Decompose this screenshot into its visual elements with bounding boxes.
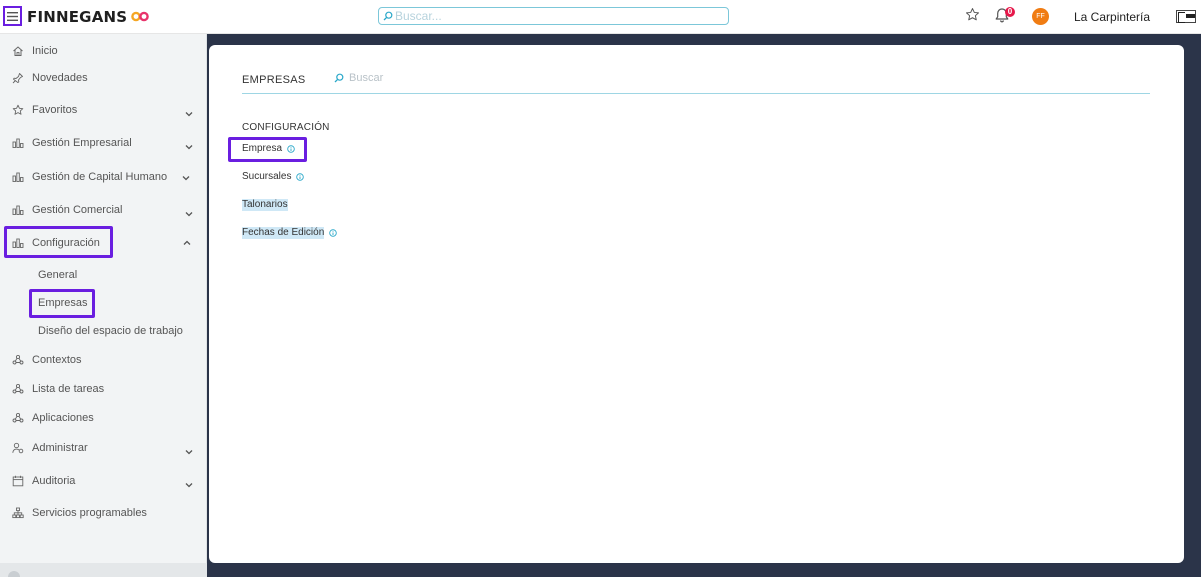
sidebar-footer (0, 563, 207, 577)
link-label: Empresa (242, 143, 283, 154)
hamburger-menu-button[interactable] (3, 6, 22, 26)
sidebar-item-label: Gestión Empresarial (32, 137, 132, 149)
sidebar-item-label: Inicio (32, 45, 58, 57)
chart-icon (11, 203, 25, 217)
chart-icon (11, 170, 25, 184)
notification-count-badge: 0 (1005, 7, 1015, 17)
sitemap-icon (11, 506, 25, 520)
sidebar-item-contextos[interactable]: Contextos (0, 348, 207, 372)
sidebar-item-gestion-capital-humano[interactable]: Gestión de Capital Humano (0, 165, 207, 189)
chevron-up-icon (183, 240, 191, 245)
sidebar-item-auditoria[interactable]: Auditoria (0, 469, 207, 493)
sidebar-item-label: Servicios programables (32, 507, 147, 519)
sidebar-subitem-diseno-espacio-trabajo[interactable]: Diseño del espacio de trabajo (38, 324, 183, 338)
sidebar-item-label: Lista de tareas (32, 383, 105, 395)
pin-icon (11, 71, 25, 85)
brand-logo[interactable]: FINNEGANS (27, 8, 150, 26)
sidebar-item-label: Contextos (32, 354, 82, 366)
sidebar: Inicio Novedades Favoritos Gestión Empre… (0, 34, 207, 577)
calendar-icon (11, 474, 25, 488)
info-icon[interactable] (296, 173, 305, 181)
link-sucursales[interactable]: Sucursales (242, 171, 305, 183)
company-logo-icon[interactable] (1176, 10, 1196, 23)
home-icon (11, 44, 25, 58)
sidebar-item-label: Gestión de Capital Humano (32, 171, 168, 183)
hamburger-icon (7, 11, 18, 21)
network-icon (11, 382, 25, 396)
sidebar-item-lista-de-tareas[interactable]: Lista de tareas (0, 377, 207, 401)
user-avatar[interactable]: FF (1032, 8, 1049, 25)
chevron-down-icon (185, 145, 193, 150)
chevron-down-icon (182, 176, 190, 181)
sidebar-item-inicio[interactable]: Inicio (0, 39, 207, 63)
company-name[interactable]: La Carpintería (1074, 10, 1150, 24)
top-bar: FINNEGANS 0 FF La Carpintería (0, 0, 1201, 34)
sidebar-item-aplicaciones[interactable]: Aplicaciones (0, 406, 207, 430)
brand-name: FINNEGANS (27, 8, 128, 26)
global-search[interactable] (378, 7, 729, 25)
sidebar-item-gestion-comercial[interactable]: Gestión Comercial (0, 198, 207, 222)
sidebar-subitem-general[interactable]: General (38, 268, 77, 282)
sidebar-subitem-empresas[interactable]: Empresas (38, 296, 88, 310)
sidebar-item-favoritos[interactable]: Favoritos (0, 98, 207, 122)
network-icon (11, 411, 25, 425)
infinity-logo-icon (131, 8, 150, 26)
sidebar-item-label: Favoritos (32, 104, 78, 116)
link-label: Talonarios (242, 199, 288, 211)
sidebar-item-label: Administrar (32, 442, 88, 454)
chart-icon (11, 236, 25, 250)
link-fechas-de-edicion[interactable]: Fechas de Edición (242, 227, 338, 239)
link-talonarios[interactable]: Talonarios (242, 199, 288, 211)
chart-icon (11, 136, 25, 150)
network-icon (11, 353, 25, 367)
page-title: EMPRESAS (242, 74, 306, 86)
info-icon[interactable] (329, 229, 338, 237)
empresas-panel: EMPRESAS CONFIGURACIÓN Empresa Sucursale… (209, 45, 1184, 563)
link-label: Fechas de Edición (242, 227, 325, 239)
user-gear-icon (11, 441, 25, 455)
help-icon[interactable] (8, 571, 20, 577)
sidebar-item-gestion-empresarial[interactable]: Gestión Empresarial (0, 131, 207, 155)
sidebar-item-label: Aplicaciones (32, 412, 94, 424)
search-icon (334, 73, 344, 83)
sidebar-item-label: Auditoria (32, 475, 76, 487)
favorites-button[interactable] (965, 7, 980, 27)
sidebar-item-configuracion[interactable]: Configuración (0, 231, 207, 255)
sidebar-item-label: Gestión Comercial (32, 204, 123, 216)
panel-search-input[interactable] (349, 72, 549, 84)
link-empresa[interactable]: Empresa (242, 143, 295, 155)
sidebar-item-administrar[interactable]: Administrar (0, 436, 207, 460)
chevron-down-icon (185, 450, 193, 455)
star-icon (966, 8, 979, 21)
chevron-down-icon (185, 483, 193, 488)
info-icon[interactable] (287, 145, 295, 153)
sidebar-item-label: Novedades (32, 72, 88, 84)
star-icon (11, 103, 25, 117)
divider (242, 93, 1150, 94)
link-label: Sucursales (242, 171, 292, 182)
search-icon (383, 11, 393, 21)
section-heading: CONFIGURACIÓN (242, 122, 330, 133)
panel-search[interactable] (334, 72, 549, 84)
sidebar-item-novedades[interactable]: Novedades (0, 66, 207, 90)
sidebar-item-label: Configuración (32, 237, 100, 249)
global-search-input[interactable] (395, 9, 715, 23)
chevron-down-icon (185, 112, 193, 117)
sidebar-item-servicios-programables[interactable]: Servicios programables (0, 501, 207, 525)
chevron-down-icon (185, 212, 193, 217)
